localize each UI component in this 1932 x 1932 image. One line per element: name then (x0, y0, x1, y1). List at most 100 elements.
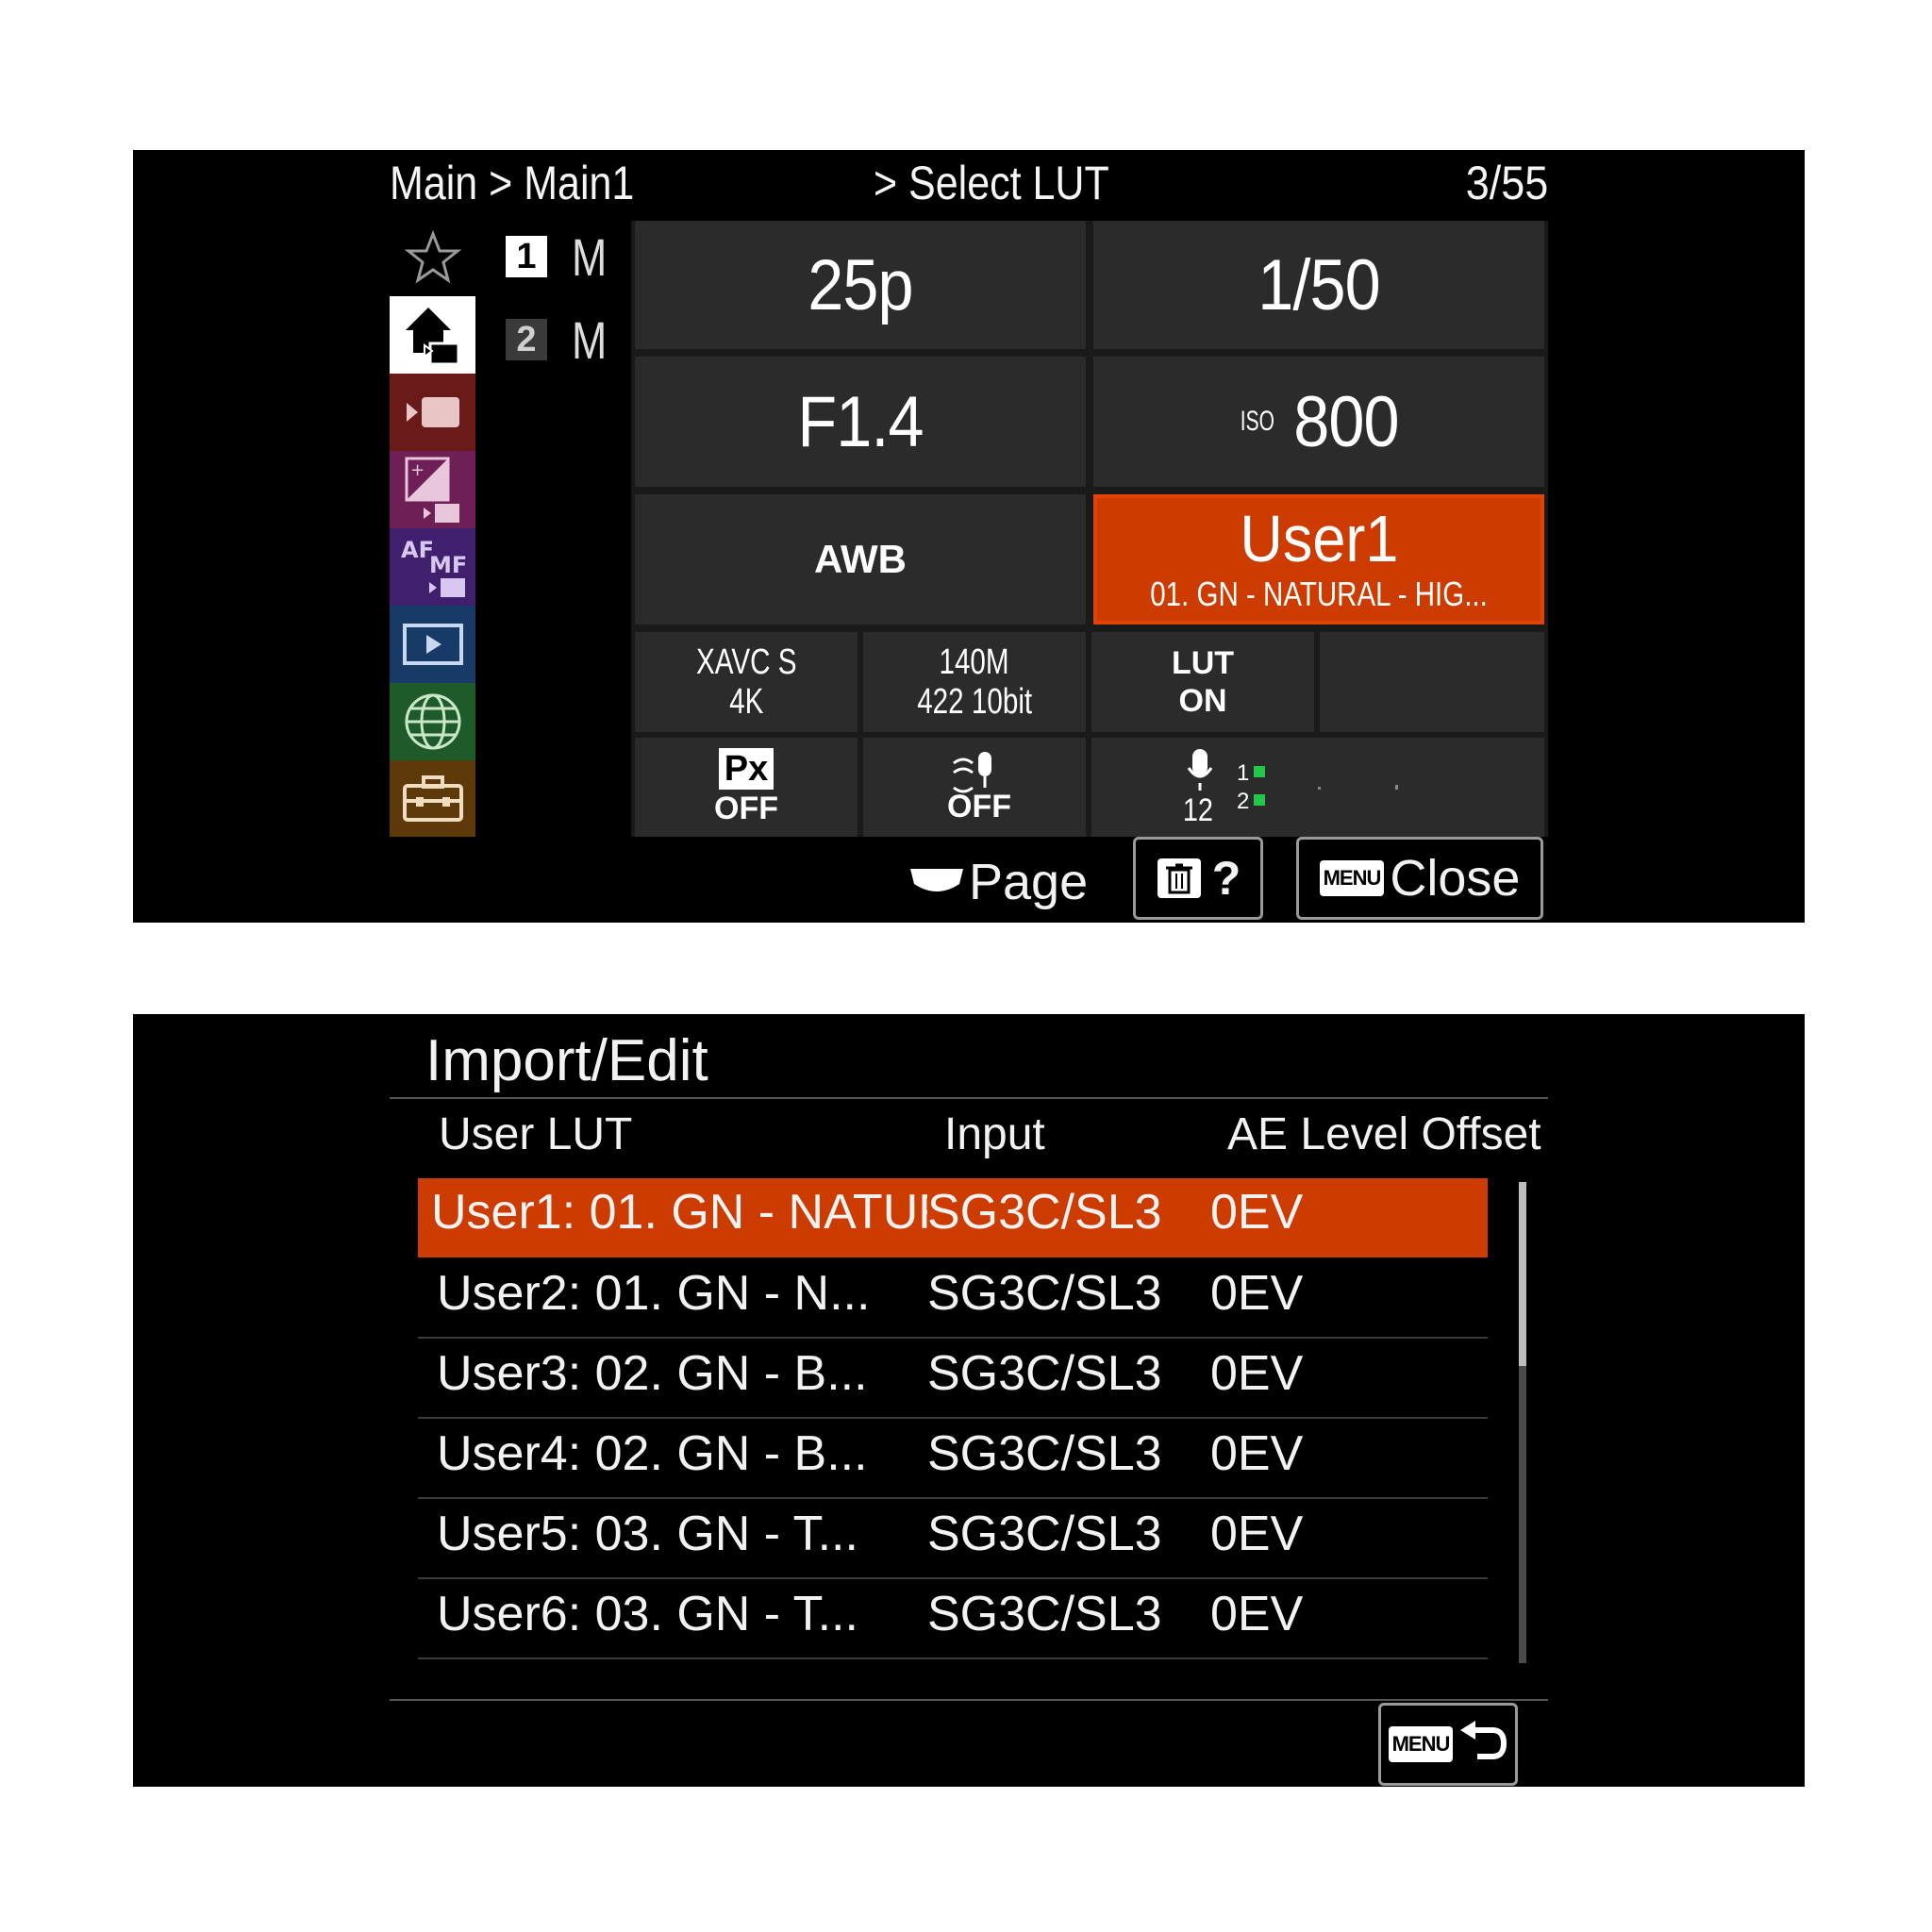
submenu-number: 1 (506, 236, 547, 277)
submenu-label: M (572, 309, 608, 370)
help-label: ? (1211, 852, 1241, 905)
submenu-item-1[interactable]: 1 M (506, 226, 616, 287)
lut-row-user1[interactable]: User1: 01. GN - NATUR SG3C/SL3 0EV (418, 1178, 1488, 1257)
white-balance-value: AWB (814, 537, 907, 581)
lut-name: User6: 03. GN - T... (437, 1587, 858, 1641)
close-label: Close (1390, 850, 1521, 907)
lut-input: SG3C/SL3 (927, 1587, 1162, 1641)
scrollbar-thumb[interactable] (1519, 1182, 1526, 1366)
record-setting-cell[interactable]: 140M 422 10bit (863, 632, 1086, 732)
current-item-title: > Select LUT (874, 157, 1109, 209)
file-format-line1: XAVC S (695, 642, 797, 682)
lut-input: SG3C/SL3 (927, 1346, 1162, 1401)
lut-name: User5: 03. GN - T... (437, 1507, 858, 1561)
playback-icon (402, 624, 463, 665)
column-header-user-lut: User LUT (439, 1109, 633, 1159)
tab-favorites[interactable] (390, 221, 475, 296)
page-hint[interactable]: Page (908, 839, 1088, 923)
wind-noise-status: OFF (947, 788, 1011, 824)
audio-level-cell[interactable]: 12 1 2 (1091, 738, 1544, 837)
lut-row-user3[interactable]: User3: 02. GN - B... SG3C/SL3 0EV (418, 1340, 1488, 1419)
proxy-status: OFF (714, 790, 778, 826)
tab-shooting[interactable] (390, 374, 475, 451)
header-divider (390, 1097, 1548, 1099)
lut-input: SG3C/SL3 (927, 1507, 1162, 1561)
breadcrumb: Main > Main1 (390, 157, 635, 209)
shutter-speed-cell[interactable]: 1/50 (1093, 221, 1544, 349)
lut-status-cell[interactable]: LUT ON (1091, 632, 1314, 732)
lut-name: User1 (1239, 502, 1399, 575)
proxy-label: Px (718, 747, 774, 790)
return-arrow-icon (1460, 1721, 1507, 1759)
lut-input: SG3C/SL3 (927, 1426, 1162, 1481)
exposure-icon: + (405, 457, 459, 523)
audio-meter-ch2 (1254, 794, 1265, 806)
lut-row-user2[interactable]: User2: 01. GN - N... SG3C/SL3 0EV (418, 1259, 1488, 1339)
toolbox-icon (402, 774, 463, 822)
iso-cell[interactable]: ISO 800 (1093, 357, 1544, 487)
star-icon (404, 230, 461, 284)
tab-playback[interactable] (390, 606, 475, 683)
iso-label: ISO (1241, 406, 1275, 437)
globe-icon (405, 693, 460, 750)
home-camera-icon (405, 308, 459, 366)
footer-divider (390, 1699, 1548, 1701)
svg-text:+: + (410, 460, 425, 480)
tab-main[interactable] (390, 296, 475, 374)
lut-ae-offset: 0EV (1210, 1266, 1304, 1321)
audio-channels: 12 (1182, 792, 1213, 828)
lut-name: User1: 01. GN - NATUR (431, 1185, 927, 1240)
page-label: Page (969, 853, 1089, 910)
camera-menu-screen: Main > Main1 > Select LUT 3/55 + AF MF 1… (133, 150, 1805, 923)
close-button[interactable]: MENU Close (1296, 837, 1543, 920)
page-title: Import/Edit (425, 1028, 708, 1093)
frame-rate-value: 25p (808, 244, 913, 325)
page-counter: 3/55 (1465, 157, 1548, 209)
submenu-column: 1 M 2 M (475, 221, 631, 837)
shooting-settings-grid: 25p 1/50 F1.4 ISO 800 AWB User1 01. GN -… (631, 221, 1548, 837)
movie-camera-icon (406, 397, 459, 427)
wind-noise-cell[interactable]: OFF (863, 738, 1086, 837)
frame-rate-cell[interactable]: 25p (635, 221, 1086, 349)
lut-ae-offset: 0EV (1210, 1426, 1304, 1481)
lut-status-line1: LUT (1171, 645, 1235, 681)
tab-setup[interactable] (390, 760, 475, 837)
lut-ae-offset: 0EV (1210, 1346, 1304, 1401)
lut-row-user5[interactable]: User5: 03. GN - T... SG3C/SL3 0EV (418, 1500, 1488, 1579)
tab-focus[interactable]: AF MF (390, 528, 475, 606)
import-edit-screen: Import/Edit User LUT Input AE Level Offs… (133, 1014, 1805, 1787)
scrollbar[interactable] (1519, 1182, 1526, 1663)
white-balance-cell[interactable]: AWB (635, 494, 1086, 625)
trash-icon (1157, 858, 1201, 898)
lut-ae-offset: 0EV (1210, 1507, 1304, 1561)
select-lut-cell[interactable]: User1 01. GN - NATURAL - HIG... (1093, 494, 1544, 625)
lut-name: User4: 02. GN - B... (437, 1426, 868, 1481)
column-header-input: Input (944, 1109, 1045, 1159)
file-format-cell[interactable]: XAVC S 4K (635, 632, 858, 732)
lut-input: SG3C/SL3 (927, 1185, 1162, 1240)
lut-row-user4[interactable]: User4: 02. GN - B... SG3C/SL3 0EV (418, 1420, 1488, 1499)
submenu-label: M (572, 226, 608, 287)
proxy-cell[interactable]: Px OFF (635, 738, 858, 837)
aperture-cell[interactable]: F1.4 (635, 357, 1086, 487)
empty-cell (1320, 632, 1544, 732)
back-button[interactable]: MENU (1378, 1703, 1518, 1786)
menu-key-icon: MENU (1319, 860, 1385, 896)
lut-input: SG3C/SL3 (927, 1266, 1162, 1321)
lut-ae-offset: 0EV (1210, 1587, 1304, 1641)
audio-meter-ch1 (1254, 766, 1265, 777)
audio-ch2-label: 2 (1237, 789, 1250, 814)
delete-help-button[interactable]: ? (1133, 837, 1263, 920)
aperture-value: F1.4 (797, 381, 924, 462)
lut-description: 01. GN - NATURAL - HIG... (1150, 575, 1488, 613)
lut-row-user6[interactable]: User6: 03. GN - T... SG3C/SL3 0EV (418, 1580, 1488, 1659)
submenu-item-2[interactable]: 2 M (506, 309, 616, 370)
lut-status-line2: ON (1178, 683, 1227, 719)
tab-exposure-color[interactable]: + (390, 451, 475, 528)
menu-header: Main > Main1 > Select LUT 3/55 (390, 150, 1548, 218)
af-mf-icon: AF MF (401, 537, 467, 597)
submenu-number: 2 (506, 319, 547, 360)
tab-network[interactable] (390, 683, 475, 760)
lut-name: User2: 01. GN - N... (437, 1266, 871, 1321)
control-wheel-icon (910, 868, 963, 891)
